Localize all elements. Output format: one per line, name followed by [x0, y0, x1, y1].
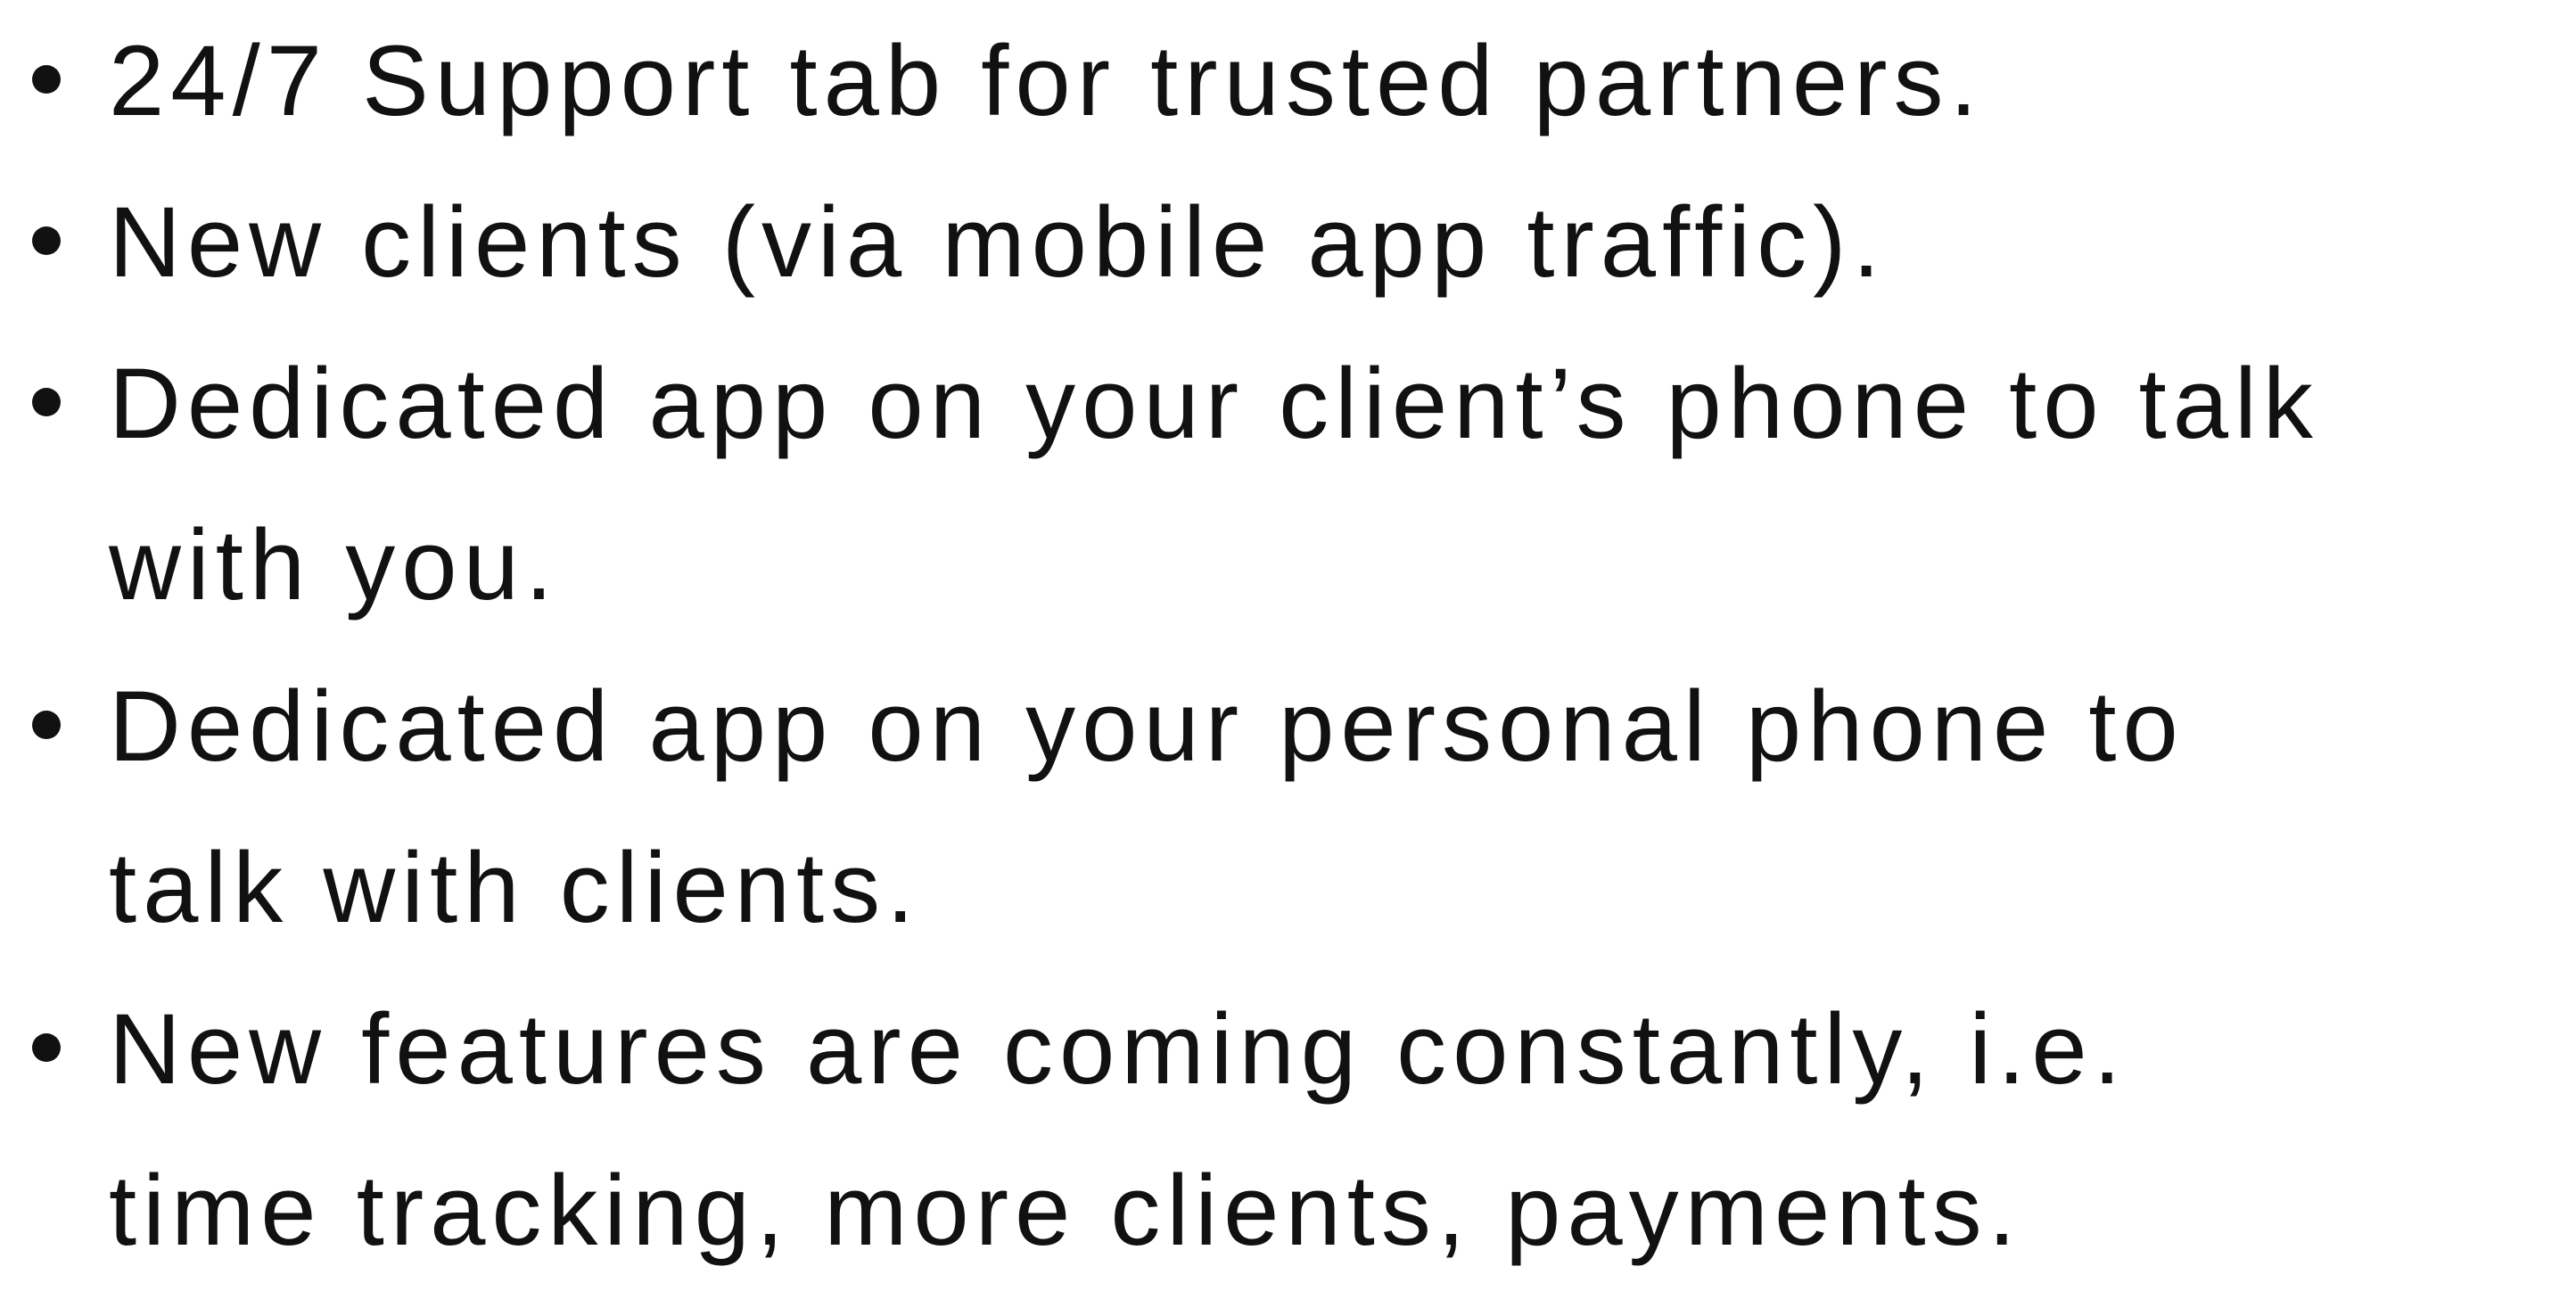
bullet-dot-icon	[32, 711, 61, 739]
list-item: New features are coming constantly, i.e.…	[0, 968, 2576, 1291]
list-item-text: New features are coming constantly, i.e.	[109, 993, 2127, 1105]
bullet-dot-icon	[32, 1033, 61, 1062]
list-item-text-continued: talk with clients.	[109, 832, 921, 943]
list-item-text: Dedicated app on your personal phone to	[109, 670, 2185, 782]
bullet-dot-icon	[32, 388, 61, 416]
bullet-dot-icon	[32, 226, 61, 255]
feature-bullet-list: 24/7 Support tab for trusted partners. N…	[0, 0, 2576, 1291]
list-item: Dedicated app on your client’s phone to …	[0, 323, 2576, 646]
bullet-dot-icon	[32, 65, 61, 94]
list-item-text: 24/7 Support tab for trusted partners.	[109, 25, 1984, 136]
list-item-text-continued: time tracking, more clients, payments.	[109, 1155, 2022, 1266]
list-item: New clients (via mobile app traffic).	[0, 161, 2576, 323]
list-item-text: Dedicated app on your client’s phone to …	[109, 348, 2319, 459]
list-item-text: New clients (via mobile app traffic).	[109, 186, 1887, 298]
list-item: 24/7 Support tab for trusted partners.	[0, 0, 2576, 161]
list-item: Dedicated app on your personal phone to …	[0, 646, 2576, 968]
list-item-text-continued: with you.	[109, 509, 559, 621]
